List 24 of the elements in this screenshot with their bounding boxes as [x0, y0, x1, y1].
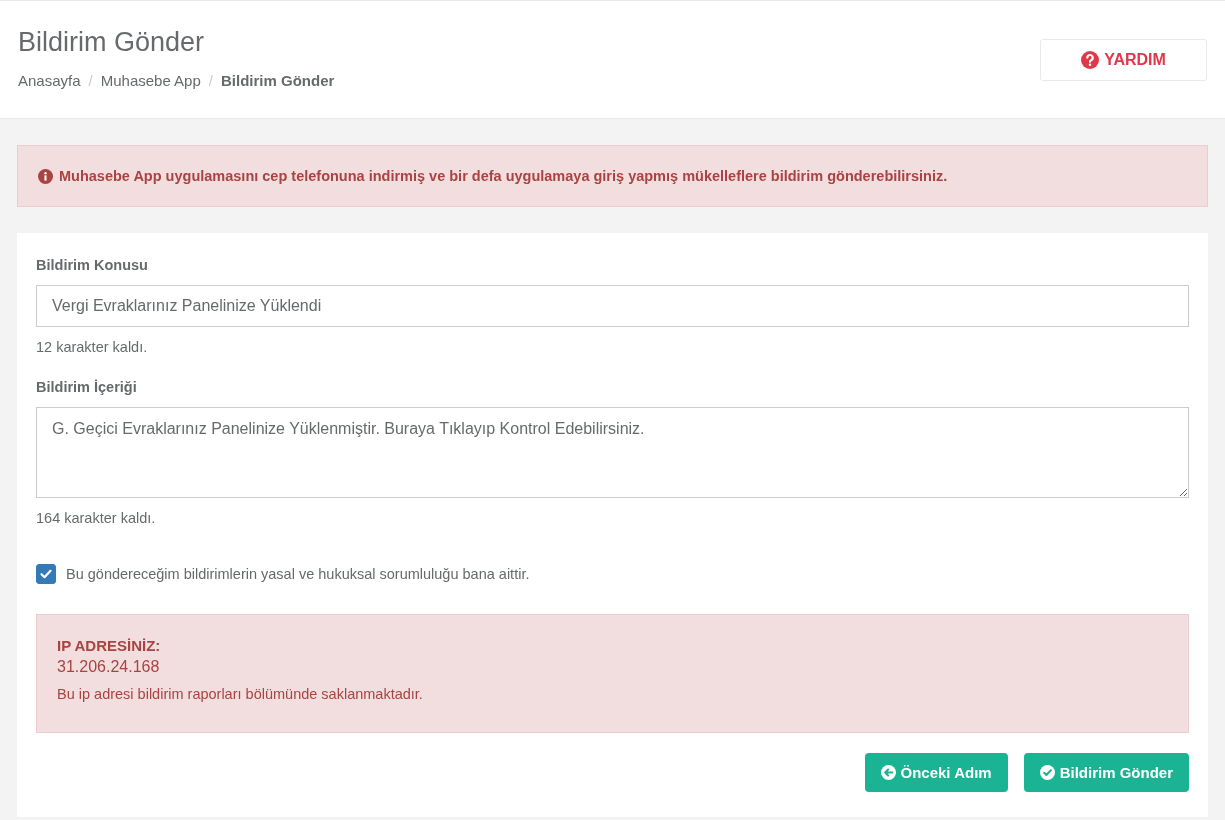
field-label: Bildirim Konusu	[36, 257, 149, 273]
breadcrumb-separator: /	[208, 72, 213, 89]
character-counter: 164 karakter kaldı.	[36, 510, 157, 526]
ip-note: Bu ip adresi bildirim raporları bölümünde saklanmaktadır.	[57, 686, 424, 702]
alert-text: Muhasebe App uygulamasını cep telefonuna indirmiş ve bir defa uygulamaya giriş yapmış mükelleflere bildirim gönderebilirsiniz.	[59, 168, 948, 184]
breadcrumb-separator: /	[88, 72, 93, 89]
breadcrumb-link[interactable]: Muhasebe App	[100, 72, 201, 89]
left-arrow-icon	[880, 765, 896, 780]
breadcrumb-current: Bildirim Gönder	[220, 72, 335, 89]
ip-title: IP ADRESİNİZ:	[57, 637, 162, 654]
content-textarea[interactable]: G. Geçici Evraklarınız Panelinize Yüklenmiştir. Buraya Tıklayıp Kontrol Edebilirsiniz.	[36, 407, 1189, 498]
checkmark-icon	[39, 567, 53, 581]
character-counter: 12 karakter kaldı.	[36, 339, 149, 355]
ip-address: 31.206.24.168	[57, 658, 161, 676]
question-icon	[1081, 51, 1100, 69]
consent-label: Bu göndereceğim bildirimlerin yasal ve hukuksal sorumluluğu bana aittir.	[66, 566, 530, 582]
field-label: Bildirim İçeriği	[36, 379, 138, 395]
check-icon	[1039, 765, 1055, 780]
page-title: Bildirim Gönder	[18, 27, 206, 58]
breadcrumb-link[interactable]: Anasayfa	[18, 72, 81, 89]
consent-checkbox[interactable]	[36, 564, 56, 584]
help-button[interactable]: YARDIM	[1040, 39, 1207, 81]
info-icon	[38, 168, 53, 184]
subject-input[interactable]: Vergi Evraklarınız Panelinize Yüklendi	[36, 285, 1189, 327]
